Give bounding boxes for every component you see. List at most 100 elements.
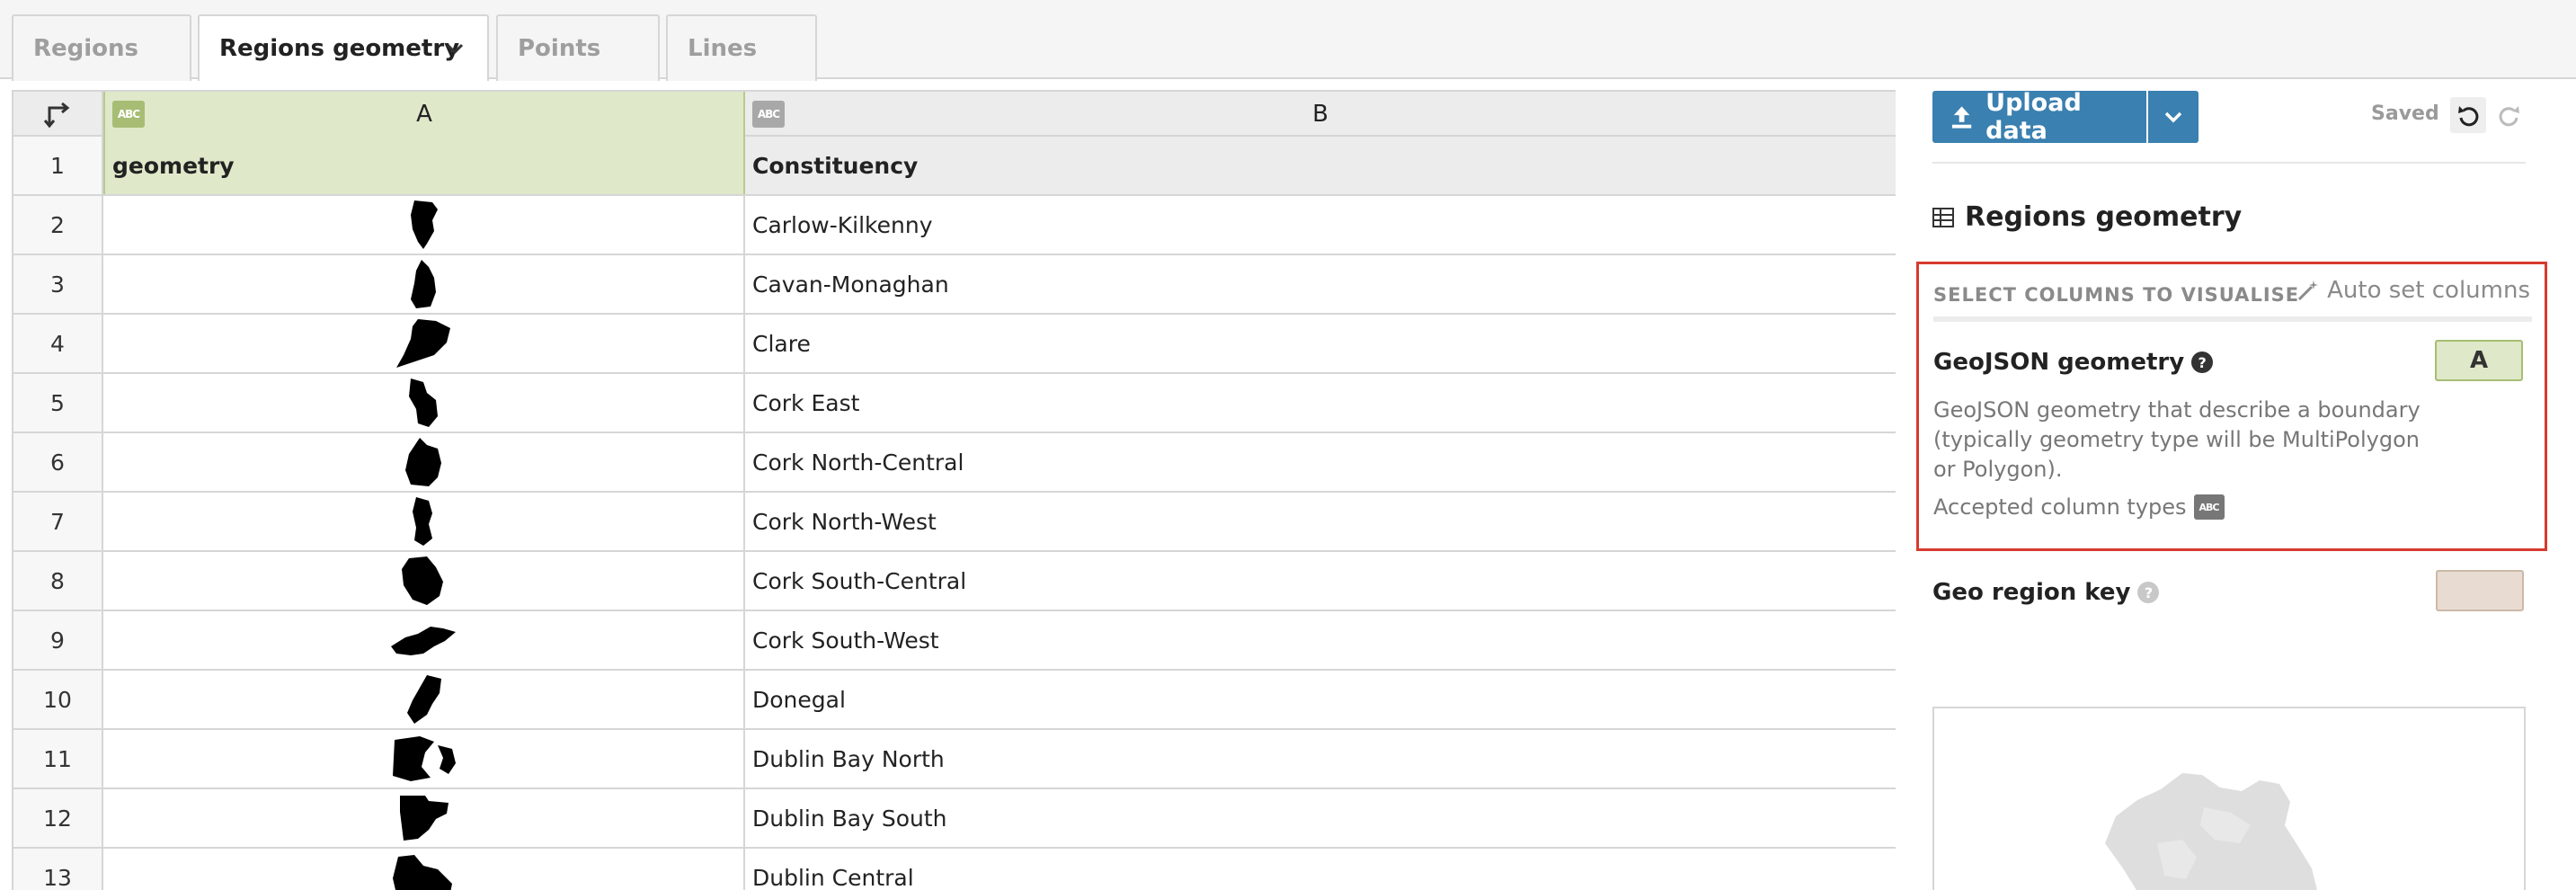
editor-side-panel: Upload data Saved Regions geometry SELEC…	[1916, 79, 2576, 890]
cell-a-geometry-thumbnail[interactable]	[103, 493, 745, 550]
transpose-icon[interactable]	[13, 92, 103, 137]
data-grid: ABC A ABC B 1 geometry Constituency 2 Ca…	[12, 90, 1896, 890]
tab-lines[interactable]: Lines	[666, 14, 817, 81]
upload-data-label: Upload data	[1985, 89, 2082, 145]
cell-b[interactable]: Dublin Bay North	[745, 730, 1896, 788]
region-shape-thumbnail	[407, 675, 441, 724]
help-icon[interactable]: ?	[2137, 582, 2160, 603]
cell-a-geometry-thumbnail[interactable]	[103, 374, 745, 432]
cell-a-geometry-thumbnail[interactable]	[103, 196, 745, 254]
cell-b[interactable]: Cork East	[745, 374, 1896, 432]
cell-b[interactable]: Dublin Bay South	[745, 789, 1896, 847]
ireland-map-preview-image	[2105, 773, 2317, 890]
table-row[interactable]: 3 Cavan-Monaghan	[13, 255, 1896, 315]
cell-a-geometry-thumbnail[interactable]	[103, 730, 745, 788]
tab-regions[interactable]: Regions	[12, 14, 191, 81]
cell-b[interactable]: Carlow-Kilkenny	[745, 196, 1896, 254]
chevron-down-icon[interactable]	[444, 38, 466, 59]
upload-options-dropdown[interactable]	[2148, 91, 2198, 143]
row-number: 5	[13, 374, 103, 432]
column-header-b[interactable]: ABC B	[745, 92, 1896, 137]
region-shape-thumbnail	[400, 796, 449, 841]
dataset-title: Regions geometry	[1932, 201, 2242, 233]
region-shape-thumbnail	[393, 855, 452, 890]
cell-a-geometry-thumbnail[interactable]	[103, 849, 745, 890]
cell-b[interactable]: Cork South-Central	[745, 552, 1896, 610]
table-row[interactable]: 4 Clare	[13, 315, 1896, 374]
cell-a-geometry-thumbnail[interactable]	[103, 789, 745, 847]
table-row[interactable]: 6 Cork North-Central	[13, 433, 1896, 493]
cell-b[interactable]: Clare	[745, 315, 1896, 372]
undo-icon	[2458, 106, 2479, 127]
table-row[interactable]: 10 Donegal	[13, 671, 1896, 730]
table-row[interactable]: 11 Dublin Bay North	[13, 730, 1896, 789]
divider	[1932, 162, 2526, 164]
table-row[interactable]: 9 Cork South-West	[13, 611, 1896, 671]
cell-b[interactable]: Cavan-Monaghan	[745, 255, 1896, 313]
dataset-title-label: Regions geometry	[1965, 201, 2243, 233]
help-icon[interactable]: ?	[2191, 352, 2214, 373]
region-shape-thumbnail	[396, 319, 450, 368]
magic-wand-icon	[2298, 280, 2319, 301]
sheet-tab-bar: Regions Regions geometry Points Lines	[0, 0, 2576, 81]
chevron-down-icon	[2164, 111, 2182, 123]
region-shape-thumbnail	[413, 497, 432, 546]
table-row[interactable]: 5 Cork East	[13, 374, 1896, 433]
cell-b[interactable]: Cork North-West	[745, 493, 1896, 550]
cell-a-geometry-thumbnail[interactable]	[103, 611, 745, 669]
undo-button[interactable]	[2450, 97, 2486, 133]
upload-data-button[interactable]: Upload data	[1932, 89, 2146, 145]
cell-a-geometry-thumbnail[interactable]	[103, 315, 745, 372]
tab-regions-geometry[interactable]: Regions geometry	[198, 14, 489, 81]
geojson-description: GeoJSON geometry that describe a boundar…	[1933, 397, 2421, 482]
cell-b[interactable]: Cork North-Central	[745, 433, 1896, 491]
accepted-column-types: Accepted column types ABC	[1933, 494, 2225, 520]
cell-b[interactable]: Cork South-West	[745, 611, 1896, 669]
cell-a-geometry-thumbnail[interactable]	[103, 255, 745, 313]
table-row[interactable]: 7 Cork North-West	[13, 493, 1896, 552]
geo-region-key-title: Geo region key	[1932, 579, 2131, 606]
cell-a[interactable]: geometry	[103, 137, 745, 194]
row-number: 8	[13, 552, 103, 610]
region-shape-thumbnail	[402, 556, 443, 605]
row-number: 4	[13, 315, 103, 372]
text-type-badge: ABC	[2193, 494, 2225, 520]
table-row[interactable]: 1 geometry Constituency	[13, 137, 1896, 196]
table-row[interactable]: 13 Dublin Central	[13, 849, 1896, 890]
row-number: 1	[13, 137, 103, 194]
text-type-badge: ABC	[112, 101, 145, 128]
table-row[interactable]: 2 Carlow-Kilkenny	[13, 196, 1896, 255]
cell-a-geometry-thumbnail[interactable]	[103, 671, 745, 728]
column-header-row: ABC A ABC B	[13, 90, 1896, 137]
row-number: 9	[13, 611, 103, 669]
cell-a-geometry-thumbnail[interactable]	[103, 433, 745, 491]
tab-points[interactable]: Points	[496, 14, 660, 81]
row-number: 11	[13, 730, 103, 788]
cell-b[interactable]: Donegal	[745, 671, 1896, 728]
row-number: 12	[13, 789, 103, 847]
row-number: 7	[13, 493, 103, 550]
cell-b[interactable]: Dublin Central	[745, 849, 1896, 890]
tab-label: Points	[518, 35, 601, 62]
cell-a-geometry-thumbnail[interactable]	[103, 552, 745, 610]
row-number: 2	[13, 196, 103, 254]
column-letter: A	[416, 101, 432, 128]
table-row[interactable]: 8 Cork South-Central	[13, 552, 1896, 611]
cell-b[interactable]: Constituency	[745, 137, 1896, 194]
column-header-a[interactable]: ABC A	[103, 92, 745, 137]
tab-label: Regions	[33, 35, 139, 62]
table-row[interactable]: 12 Dublin Bay South	[13, 789, 1896, 849]
text-type-badge: ABC	[752, 101, 785, 128]
geojson-geometry-title: GeoJSON geometry	[1933, 349, 2185, 376]
redo-button[interactable]	[2492, 97, 2527, 133]
row-number: 13	[13, 849, 103, 890]
geo-region-key-slot[interactable]	[2436, 570, 2524, 611]
auto-set-columns-button[interactable]: Auto set columns	[2296, 277, 2530, 304]
geojson-column-slot[interactable]: A	[2435, 340, 2523, 381]
row-number: 3	[13, 255, 103, 313]
divider	[1933, 316, 2532, 322]
auto-set-columns-label: Auto set columns	[2327, 277, 2530, 304]
select-columns-section: SELECT COLUMNS TO VISUALISE Auto set col…	[1916, 262, 2547, 551]
region-shape-thumbnail	[411, 200, 438, 249]
select-columns-heading: SELECT COLUMNS TO VISUALISE	[1933, 284, 2300, 306]
